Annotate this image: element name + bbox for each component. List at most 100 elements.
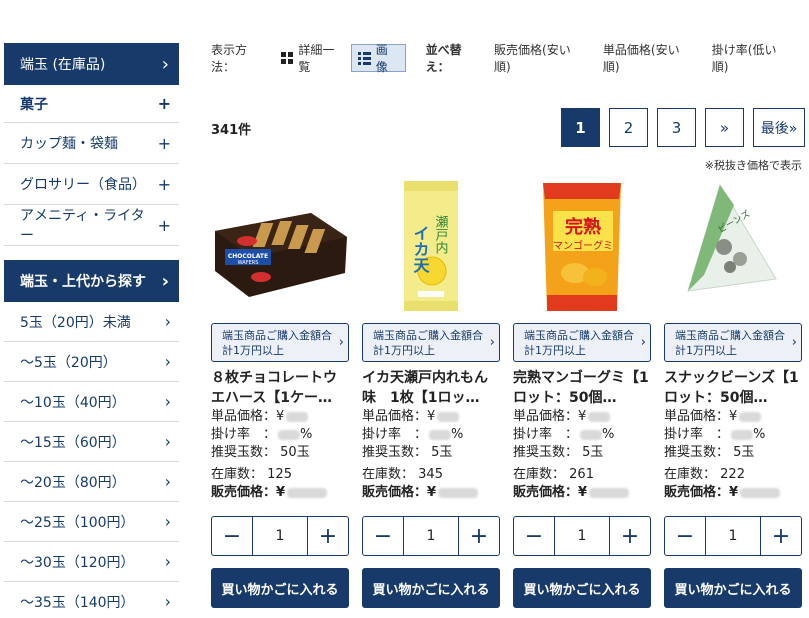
promo-banner[interactable]: 端玉商品ご購入金額合計1万円以上 ›	[211, 323, 349, 362]
view-list-button[interactable]: 詳細一覧	[275, 43, 350, 74]
svg-text:完熟: 完熟	[565, 216, 601, 238]
stock-count: 在庫数： 222	[664, 467, 745, 482]
page-button-2[interactable]: 2	[609, 108, 648, 147]
product-name[interactable]: スナックビーンズ【1ロット：50個…	[664, 368, 802, 408]
sale-price: 販売価格：¥	[362, 484, 500, 502]
sidebar-item-label: ～30玉（120円）	[20, 554, 135, 571]
sort-label: 並べ替え：	[425, 43, 462, 74]
sidebar-item-label: ～20玉（80円）	[20, 474, 126, 491]
sidebar-item-price-range[interactable]: ～25玉（100円） ›	[4, 502, 179, 542]
chevron-right-icon: ›	[489, 335, 495, 350]
sidebar-item-price-range[interactable]: ～35玉（140円） ›	[4, 582, 179, 618]
plus-button[interactable]: +	[761, 517, 801, 555]
chevron-right-icon: ›	[164, 552, 171, 571]
plus-button[interactable]: +	[459, 517, 499, 555]
unit-price: 単品価格：¥	[664, 408, 802, 426]
quantity-stepper: − 1 +	[664, 516, 802, 556]
hidden-value	[588, 411, 611, 422]
chevron-right-icon: ›	[161, 53, 169, 75]
sidebar-item-category[interactable]: グロサリー（食品） +	[4, 164, 179, 205]
sidebar-item-label: ～25玉（100円）	[20, 514, 135, 531]
product-card: 完熟 マンゴーグミ 端玉商品ご購入金額合計1万円以上 › 完熟マンゴーグミ【1ロ…	[513, 175, 651, 608]
sidebar-item-category[interactable]: 菓子 +	[4, 85, 179, 123]
sidebar-item-price-range[interactable]: 5玉（20円）未満 ›	[4, 302, 179, 342]
product-image[interactable]: 瀬戸内 イカ天	[362, 175, 500, 317]
quantity-stepper: − 1 +	[362, 516, 500, 556]
view-image-button[interactable]: 画像	[350, 43, 406, 74]
hidden-value	[437, 411, 460, 422]
unit-price: 単品価格：¥	[211, 408, 349, 426]
add-to-cart-button[interactable]: 買い物かごに入れる	[362, 568, 500, 608]
sidebar-item-label: ～10玉（40円）	[20, 394, 126, 411]
sidebar-item-price-range[interactable]: ～10玉（40円） ›	[4, 382, 179, 422]
sidebar-section-price[interactable]: 端玉・上代から探す ›	[4, 260, 179, 302]
sidebar-item-label: ～35玉（140円）	[20, 594, 135, 611]
page-button-1[interactable]: 1	[561, 108, 600, 147]
page-button-3[interactable]: 3	[657, 108, 696, 147]
promo-banner[interactable]: 端玉商品ご購入金額合計1万円以上 ›	[664, 323, 802, 362]
hidden-value	[740, 487, 781, 498]
rate: 掛け率 ：%	[211, 427, 313, 442]
add-to-cart-button[interactable]: 買い物かごに入れる	[211, 568, 349, 608]
svg-text:WAFERS: WAFERS	[238, 260, 259, 266]
sort-option-rate[interactable]: 掛け率(低い順)	[712, 41, 791, 75]
minus-button[interactable]: −	[514, 517, 554, 555]
sidebar-item-category[interactable]: カップ麺・袋麺 +	[4, 123, 179, 164]
plus-icon: +	[157, 215, 171, 235]
product-name[interactable]: イカ天瀬戸内れもん味 1枚【1ロッ…	[362, 368, 500, 408]
chocolate-wafers-image: CHOCOLATE WAFERS	[215, 213, 347, 297]
sort-option-sale-price[interactable]: 販売価格(安い順)	[494, 41, 585, 75]
sidebar-item-price-range[interactable]: ～20玉（80円） ›	[4, 462, 179, 502]
unit-price: 単品価格：¥	[362, 408, 500, 426]
sidebar-item-price-range[interactable]: ～15玉（60円） ›	[4, 422, 179, 462]
sidebar-section-title: 端玉 (在庫品)	[20, 57, 106, 73]
product-image[interactable]: ビーンズ	[664, 175, 802, 317]
minus-button[interactable]: −	[212, 517, 252, 555]
plus-button[interactable]: +	[308, 517, 348, 555]
view-list-label: 詳細一覧	[298, 43, 335, 74]
stock-count: 在庫数： 261	[513, 467, 594, 482]
view-mode-label: 表示方法：	[211, 43, 248, 74]
product-name[interactable]: ８枚チョコレートウエハース【1ケー…	[211, 368, 349, 408]
rate: 掛け率 ：%	[664, 427, 766, 442]
minus-button[interactable]: −	[363, 517, 403, 555]
product-image[interactable]: CHOCOLATE WAFERS	[211, 175, 349, 317]
sidebar-item-price-range[interactable]: ～30玉（120円） ›	[4, 542, 179, 582]
chevron-right-icon: ›	[164, 352, 171, 371]
product-name[interactable]: 完熟マンゴーグミ【1ロット：50個…	[513, 368, 651, 408]
plus-button[interactable]: +	[610, 517, 650, 555]
sidebar-item-label: ～15玉（60円）	[20, 434, 126, 451]
quantity-input[interactable]: 1	[252, 517, 308, 555]
promo-text: 端玉商品ご購入金額合計1万円以上	[524, 328, 634, 357]
quantity-input[interactable]: 1	[403, 517, 459, 555]
unit-price: 単品価格：¥	[513, 408, 651, 426]
hidden-value	[731, 429, 754, 440]
product-image[interactable]: 完熟 マンゴーグミ	[513, 175, 651, 317]
sort-option-unit-price[interactable]: 単品価格(安い順)	[603, 41, 694, 75]
promo-banner[interactable]: 端玉商品ご購入金額合計1万円以上 ›	[513, 323, 651, 362]
chevron-right-icon: ›	[164, 512, 171, 531]
sidebar-item-label: 菓子	[20, 96, 48, 113]
pagination: 1 2 3 » 最後»	[561, 108, 805, 147]
sidebar-section-in-stock[interactable]: 端玉 (在庫品) ›	[4, 43, 179, 85]
add-to-cart-button[interactable]: 買い物かごに入れる	[664, 568, 802, 608]
list-icon	[357, 51, 371, 65]
quantity-input[interactable]: 1	[554, 517, 610, 555]
toolbar: 表示方法： 詳細一覧 画像 並べ替え： 販売価格(安い順) 単品価格(安い順) …	[211, 41, 809, 75]
minus-button[interactable]: −	[665, 517, 705, 555]
sidebar-item-label: グロサリー（食品）	[20, 177, 146, 193]
svg-text:イカ天: イカ天	[411, 225, 430, 274]
sidebar-item-category[interactable]: アメニティ・ライター +	[4, 205, 179, 246]
sidebar-item-price-range[interactable]: ～5玉（20円） ›	[4, 342, 179, 382]
promo-banner[interactable]: 端玉商品ご購入金額合計1万円以上 ›	[362, 323, 500, 362]
last-page-button[interactable]: 最後»	[753, 108, 805, 147]
product-card: 瀬戸内 イカ天 端玉商品ご購入金額合計1万円以上 › イカ天瀬戸内れもん味 1枚…	[362, 175, 500, 608]
chevron-right-icon: ›	[338, 335, 344, 350]
chevron-right-icon: ›	[164, 312, 171, 331]
add-to-cart-button[interactable]: 買い物かごに入れる	[513, 568, 651, 608]
next-page-button[interactable]: »	[705, 108, 744, 147]
tax-note: ※税抜き価格で表示	[704, 159, 802, 172]
hidden-value	[589, 487, 630, 498]
quantity-input[interactable]: 1	[705, 517, 761, 555]
